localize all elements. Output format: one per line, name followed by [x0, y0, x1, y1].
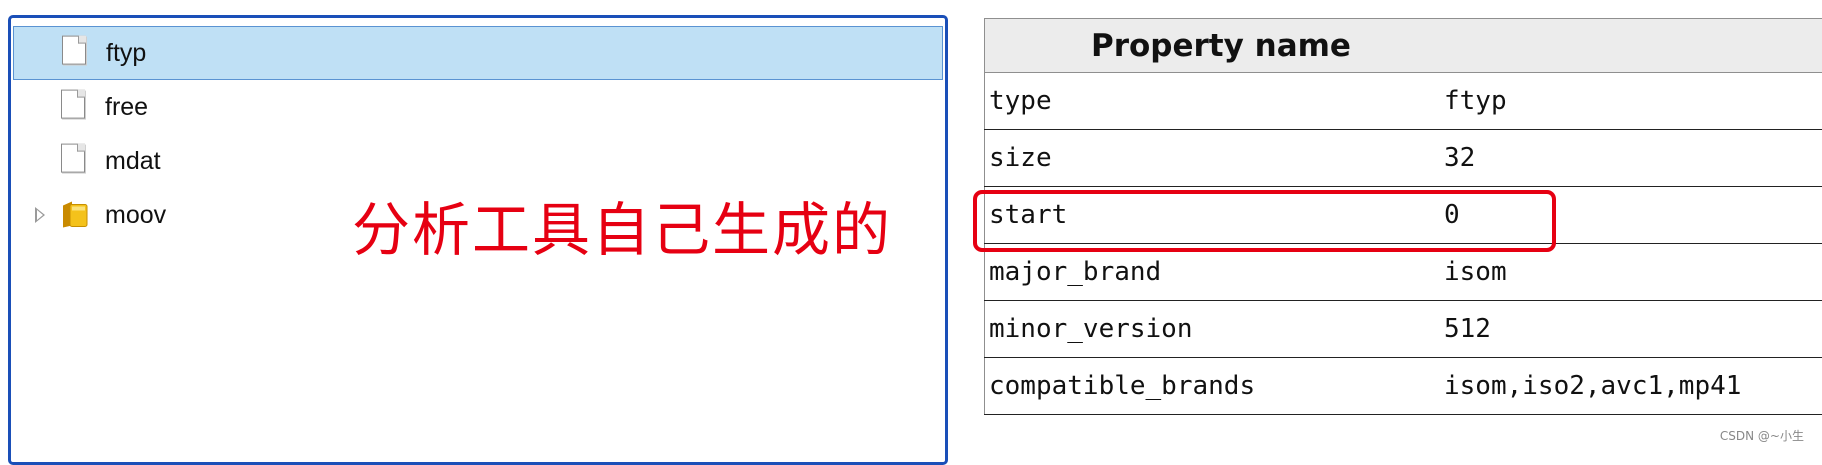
- tree-item-ftyp[interactable]: ftyp: [13, 26, 943, 80]
- tree-item-free[interactable]: free: [13, 80, 943, 134]
- file-icon: [61, 144, 85, 173]
- tree-item-mdat[interactable]: mdat: [13, 134, 943, 188]
- tree-item-label: moov: [105, 201, 166, 230]
- table-row: size 32: [985, 130, 1822, 187]
- file-icon: [61, 90, 85, 119]
- table-row: type ftyp: [985, 73, 1822, 130]
- table-header-row: Property name: [985, 19, 1822, 73]
- property-value: ftyp: [1442, 73, 1822, 130]
- property-key: type: [985, 73, 1443, 130]
- folder-icon: [61, 199, 89, 229]
- file-icon: [62, 36, 86, 65]
- tree-item-label: mdat: [105, 147, 161, 176]
- annotation-text: 分析工具自己生成的: [352, 183, 892, 267]
- property-value: isom,iso2,avc1,mp41: [1442, 358, 1822, 415]
- property-key: minor_version: [985, 301, 1443, 358]
- property-name-header: Property name: [985, 19, 1822, 73]
- property-key: compatible_brands: [985, 358, 1443, 415]
- property-value: 32: [1442, 130, 1822, 187]
- table-row: major_brand isom: [985, 244, 1822, 301]
- tree-item-label: free: [105, 93, 148, 122]
- tree-item-label: ftyp: [106, 39, 146, 68]
- property-value: isom: [1442, 244, 1822, 301]
- watermark: CSDN @~小生: [1720, 427, 1804, 444]
- start-row-highlight: [973, 190, 1556, 252]
- table-row: minor_version 512: [985, 301, 1822, 358]
- expand-arrow-icon[interactable]: [35, 207, 45, 223]
- table-row: compatible_brands isom,iso2,avc1,mp41: [985, 358, 1822, 415]
- property-key: size: [985, 130, 1443, 187]
- property-value: 512: [1442, 301, 1822, 358]
- property-key: major_brand: [985, 244, 1443, 301]
